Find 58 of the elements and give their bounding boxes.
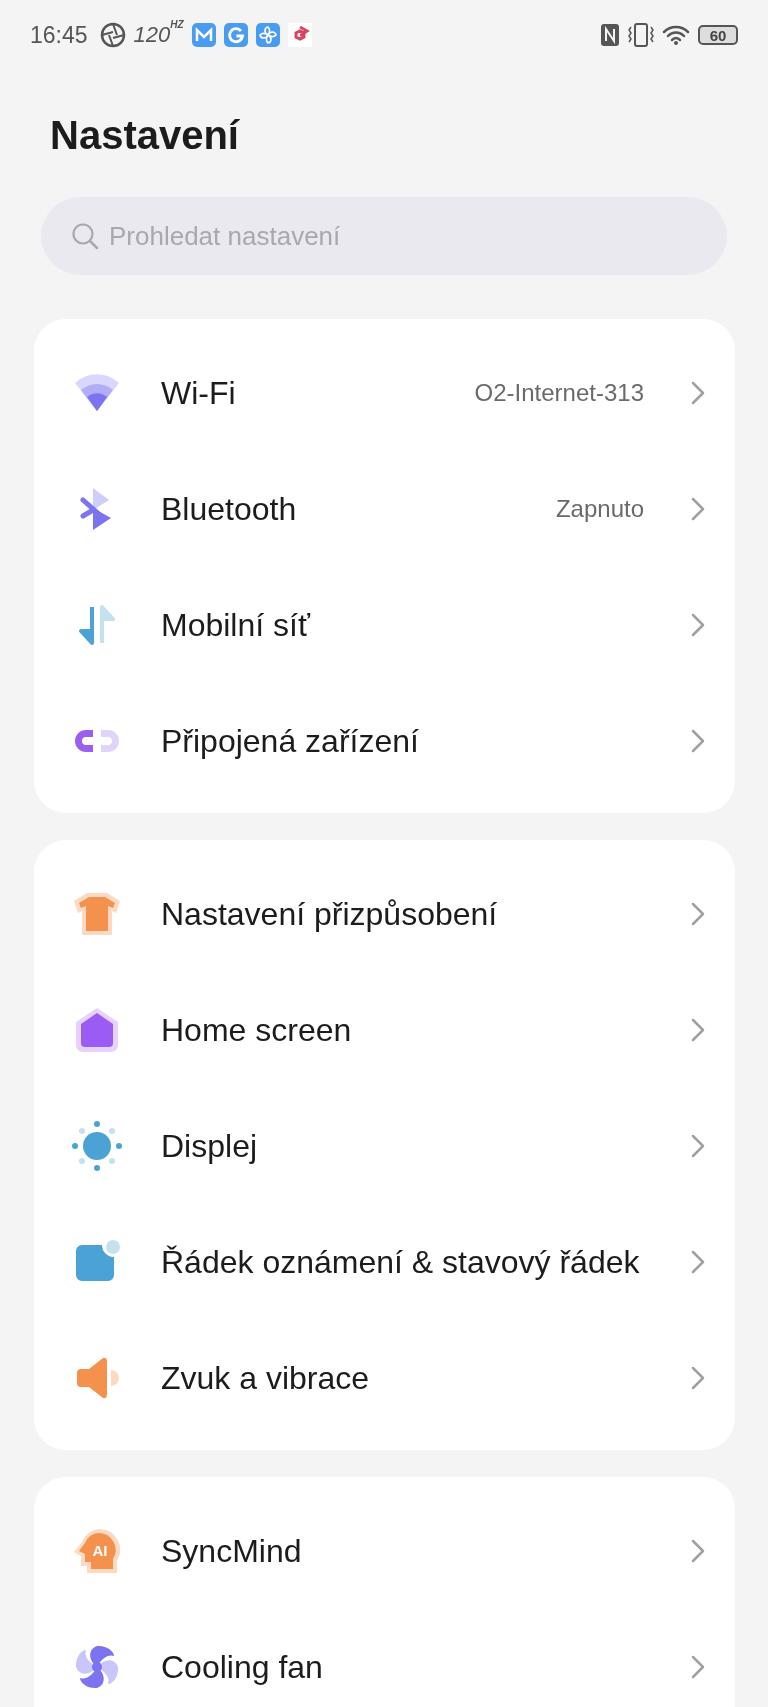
row-label: Displej: [161, 1127, 259, 1165]
search-field[interactable]: Prohledat nastavení: [41, 197, 727, 275]
row-label: Připojená zařízení: [161, 722, 420, 760]
row-label: Bluetooth: [161, 490, 298, 528]
settings-row[interactable]: Nastavení přizpůsobení: [34, 856, 735, 972]
settings-row[interactable]: Mobilní síť: [34, 567, 735, 683]
chevron-icon: [691, 1018, 705, 1042]
vibrate-icon: [628, 23, 654, 47]
status-time: 16:45: [30, 21, 88, 49]
row-value: O2-Internet-313: [474, 379, 644, 407]
settings-row[interactable]: Zvuk a vibrace: [34, 1320, 735, 1436]
row-label: Wi-Fi: [161, 374, 237, 412]
search-icon: [71, 222, 99, 250]
chevron-icon: [691, 1134, 705, 1158]
arrows-icon: [77, 605, 117, 645]
chevron-icon: [691, 1539, 705, 1563]
row-label: Cooling fan: [161, 1648, 324, 1686]
chevron-icon: [691, 1655, 705, 1679]
chevron-icon: [691, 1366, 705, 1390]
battery-level: 60: [698, 25, 738, 45]
refresh-unit: HZ: [170, 18, 184, 30]
settings-row[interactable]: Cooling fan: [34, 1609, 735, 1707]
ai-head-icon: AI: [73, 1528, 121, 1574]
page-title: Nastavení: [49, 112, 241, 159]
row-label: Zvuk a vibrace: [161, 1359, 371, 1397]
settings-row[interactable]: Řádek oznámení & stavový řádek: [34, 1204, 735, 1320]
row-label: Nastavení přizpůsobení: [161, 895, 499, 933]
chevron-icon: [691, 497, 705, 521]
wifi-signal-icon: [662, 24, 690, 46]
refresh-rate: 120: [133, 22, 171, 48]
row-label: SyncMind: [161, 1532, 303, 1570]
chevron-icon: [691, 1250, 705, 1274]
settings-row[interactable]: Připojená zařízení: [34, 683, 735, 799]
shirt-icon: [72, 891, 122, 937]
row-label: Řádek oznámení & stavový řádek: [161, 1243, 641, 1281]
g-app-icon: [223, 23, 248, 47]
nfc-icon: [600, 23, 620, 47]
speaker-icon: [75, 1356, 119, 1400]
aperture-icon: [99, 22, 126, 48]
chevron-icon: [691, 381, 705, 405]
row-value: Zapnuto: [555, 495, 644, 523]
link-icon: [73, 728, 121, 754]
fan-icon: [74, 1644, 120, 1690]
row-label: Home screen: [161, 1011, 353, 1049]
settings-row[interactable]: Home screen: [34, 972, 735, 1088]
wifi-icon: [73, 373, 121, 413]
row-label: Mobilní síť: [161, 606, 312, 644]
home-icon: [75, 1007, 119, 1053]
settings-row[interactable]: Displej: [34, 1088, 735, 1204]
chevron-icon: [691, 902, 705, 926]
settings-row[interactable]: AI SyncMind: [34, 1493, 735, 1609]
settings-row[interactable]: Bluetooth Zapnuto: [34, 451, 735, 567]
chevron-icon: [691, 613, 705, 637]
chevron-icon: [691, 729, 705, 753]
pinwheel-app-icon: [255, 23, 280, 47]
mail-app-icon: [191, 23, 216, 47]
sun-icon: [72, 1121, 122, 1171]
settings-row[interactable]: Wi-Fi O2-Internet-313: [34, 335, 735, 451]
